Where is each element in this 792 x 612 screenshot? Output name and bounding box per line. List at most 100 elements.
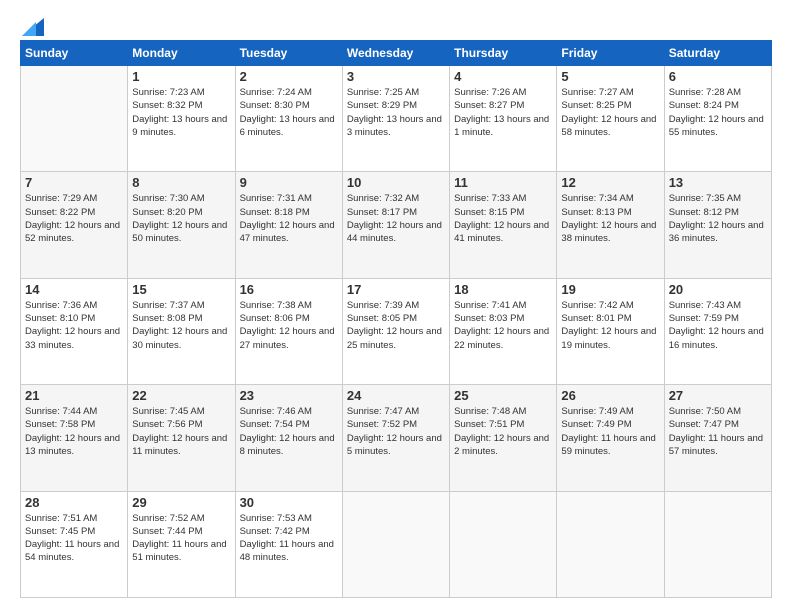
day-number: 22 bbox=[132, 388, 230, 403]
day-info: Sunrise: 7:38 AM Sunset: 8:06 PM Dayligh… bbox=[240, 299, 338, 352]
day-info: Sunrise: 7:49 AM Sunset: 7:49 PM Dayligh… bbox=[561, 405, 659, 458]
day-number: 5 bbox=[561, 69, 659, 84]
day-info: Sunrise: 7:48 AM Sunset: 7:51 PM Dayligh… bbox=[454, 405, 552, 458]
day-info: Sunrise: 7:50 AM Sunset: 7:47 PM Dayligh… bbox=[669, 405, 767, 458]
day-info: Sunrise: 7:46 AM Sunset: 7:54 PM Dayligh… bbox=[240, 405, 338, 458]
day-number: 30 bbox=[240, 495, 338, 510]
week-row-5: 28 Sunrise: 7:51 AM Sunset: 7:45 PM Dayl… bbox=[21, 491, 772, 597]
weekday-header-saturday: Saturday bbox=[664, 41, 771, 66]
calendar-cell: 14 Sunrise: 7:36 AM Sunset: 8:10 PM Dayl… bbox=[21, 278, 128, 384]
day-number: 10 bbox=[347, 175, 445, 190]
calendar-cell bbox=[450, 491, 557, 597]
calendar-cell: 11 Sunrise: 7:33 AM Sunset: 8:15 PM Dayl… bbox=[450, 172, 557, 278]
day-number: 25 bbox=[454, 388, 552, 403]
day-number: 27 bbox=[669, 388, 767, 403]
day-info: Sunrise: 7:31 AM Sunset: 8:18 PM Dayligh… bbox=[240, 192, 338, 245]
day-number: 6 bbox=[669, 69, 767, 84]
day-info: Sunrise: 7:30 AM Sunset: 8:20 PM Dayligh… bbox=[132, 192, 230, 245]
day-number: 28 bbox=[25, 495, 123, 510]
day-info: Sunrise: 7:33 AM Sunset: 8:15 PM Dayligh… bbox=[454, 192, 552, 245]
day-info: Sunrise: 7:45 AM Sunset: 7:56 PM Dayligh… bbox=[132, 405, 230, 458]
day-info: Sunrise: 7:52 AM Sunset: 7:44 PM Dayligh… bbox=[132, 512, 230, 565]
day-info: Sunrise: 7:28 AM Sunset: 8:24 PM Dayligh… bbox=[669, 86, 767, 139]
calendar-cell: 18 Sunrise: 7:41 AM Sunset: 8:03 PM Dayl… bbox=[450, 278, 557, 384]
week-row-3: 14 Sunrise: 7:36 AM Sunset: 8:10 PM Dayl… bbox=[21, 278, 772, 384]
day-number: 14 bbox=[25, 282, 123, 297]
day-info: Sunrise: 7:51 AM Sunset: 7:45 PM Dayligh… bbox=[25, 512, 123, 565]
day-number: 17 bbox=[347, 282, 445, 297]
day-number: 15 bbox=[132, 282, 230, 297]
calendar-cell: 8 Sunrise: 7:30 AM Sunset: 8:20 PM Dayli… bbox=[128, 172, 235, 278]
page: SundayMondayTuesdayWednesdayThursdayFrid… bbox=[0, 0, 792, 612]
day-number: 18 bbox=[454, 282, 552, 297]
day-info: Sunrise: 7:23 AM Sunset: 8:32 PM Dayligh… bbox=[132, 86, 230, 139]
top-section bbox=[20, 18, 772, 32]
calendar-cell: 5 Sunrise: 7:27 AM Sunset: 8:25 PM Dayli… bbox=[557, 66, 664, 172]
weekday-header-monday: Monday bbox=[128, 41, 235, 66]
calendar-cell: 15 Sunrise: 7:37 AM Sunset: 8:08 PM Dayl… bbox=[128, 278, 235, 384]
day-info: Sunrise: 7:32 AM Sunset: 8:17 PM Dayligh… bbox=[347, 192, 445, 245]
day-info: Sunrise: 7:24 AM Sunset: 8:30 PM Dayligh… bbox=[240, 86, 338, 139]
calendar-cell: 1 Sunrise: 7:23 AM Sunset: 8:32 PM Dayli… bbox=[128, 66, 235, 172]
day-number: 7 bbox=[25, 175, 123, 190]
calendar-cell: 12 Sunrise: 7:34 AM Sunset: 8:13 PM Dayl… bbox=[557, 172, 664, 278]
day-number: 4 bbox=[454, 69, 552, 84]
weekday-header-tuesday: Tuesday bbox=[235, 41, 342, 66]
calendar-cell: 17 Sunrise: 7:39 AM Sunset: 8:05 PM Dayl… bbox=[342, 278, 449, 384]
day-number: 13 bbox=[669, 175, 767, 190]
day-info: Sunrise: 7:29 AM Sunset: 8:22 PM Dayligh… bbox=[25, 192, 123, 245]
calendar-cell: 30 Sunrise: 7:53 AM Sunset: 7:42 PM Dayl… bbox=[235, 491, 342, 597]
calendar-cell: 13 Sunrise: 7:35 AM Sunset: 8:12 PM Dayl… bbox=[664, 172, 771, 278]
day-number: 11 bbox=[454, 175, 552, 190]
day-number: 3 bbox=[347, 69, 445, 84]
calendar-cell: 2 Sunrise: 7:24 AM Sunset: 8:30 PM Dayli… bbox=[235, 66, 342, 172]
calendar-cell: 24 Sunrise: 7:47 AM Sunset: 7:52 PM Dayl… bbox=[342, 385, 449, 491]
weekday-header-thursday: Thursday bbox=[450, 41, 557, 66]
logo-icon bbox=[22, 18, 44, 36]
day-number: 12 bbox=[561, 175, 659, 190]
day-info: Sunrise: 7:27 AM Sunset: 8:25 PM Dayligh… bbox=[561, 86, 659, 139]
calendar-cell: 28 Sunrise: 7:51 AM Sunset: 7:45 PM Dayl… bbox=[21, 491, 128, 597]
day-number: 29 bbox=[132, 495, 230, 510]
day-info: Sunrise: 7:44 AM Sunset: 7:58 PM Dayligh… bbox=[25, 405, 123, 458]
weekday-header-row: SundayMondayTuesdayWednesdayThursdayFrid… bbox=[21, 41, 772, 66]
week-row-4: 21 Sunrise: 7:44 AM Sunset: 7:58 PM Dayl… bbox=[21, 385, 772, 491]
day-number: 16 bbox=[240, 282, 338, 297]
day-number: 21 bbox=[25, 388, 123, 403]
day-info: Sunrise: 7:37 AM Sunset: 8:08 PM Dayligh… bbox=[132, 299, 230, 352]
calendar-cell bbox=[21, 66, 128, 172]
calendar-cell: 9 Sunrise: 7:31 AM Sunset: 8:18 PM Dayli… bbox=[235, 172, 342, 278]
calendar-cell bbox=[664, 491, 771, 597]
day-info: Sunrise: 7:25 AM Sunset: 8:29 PM Dayligh… bbox=[347, 86, 445, 139]
weekday-header-sunday: Sunday bbox=[21, 41, 128, 66]
weekday-header-wednesday: Wednesday bbox=[342, 41, 449, 66]
day-info: Sunrise: 7:53 AM Sunset: 7:42 PM Dayligh… bbox=[240, 512, 338, 565]
calendar-cell: 21 Sunrise: 7:44 AM Sunset: 7:58 PM Dayl… bbox=[21, 385, 128, 491]
day-number: 1 bbox=[132, 69, 230, 84]
day-info: Sunrise: 7:43 AM Sunset: 7:59 PM Dayligh… bbox=[669, 299, 767, 352]
day-info: Sunrise: 7:35 AM Sunset: 8:12 PM Dayligh… bbox=[669, 192, 767, 245]
calendar-cell: 20 Sunrise: 7:43 AM Sunset: 7:59 PM Dayl… bbox=[664, 278, 771, 384]
day-info: Sunrise: 7:47 AM Sunset: 7:52 PM Dayligh… bbox=[347, 405, 445, 458]
calendar-cell: 22 Sunrise: 7:45 AM Sunset: 7:56 PM Dayl… bbox=[128, 385, 235, 491]
day-number: 20 bbox=[669, 282, 767, 297]
week-row-1: 1 Sunrise: 7:23 AM Sunset: 8:32 PM Dayli… bbox=[21, 66, 772, 172]
calendar-cell: 29 Sunrise: 7:52 AM Sunset: 7:44 PM Dayl… bbox=[128, 491, 235, 597]
calendar-cell: 10 Sunrise: 7:32 AM Sunset: 8:17 PM Dayl… bbox=[342, 172, 449, 278]
calendar-cell: 23 Sunrise: 7:46 AM Sunset: 7:54 PM Dayl… bbox=[235, 385, 342, 491]
day-info: Sunrise: 7:39 AM Sunset: 8:05 PM Dayligh… bbox=[347, 299, 445, 352]
calendar-cell: 6 Sunrise: 7:28 AM Sunset: 8:24 PM Dayli… bbox=[664, 66, 771, 172]
day-info: Sunrise: 7:36 AM Sunset: 8:10 PM Dayligh… bbox=[25, 299, 123, 352]
day-number: 9 bbox=[240, 175, 338, 190]
day-info: Sunrise: 7:34 AM Sunset: 8:13 PM Dayligh… bbox=[561, 192, 659, 245]
day-info: Sunrise: 7:42 AM Sunset: 8:01 PM Dayligh… bbox=[561, 299, 659, 352]
calendar-cell: 4 Sunrise: 7:26 AM Sunset: 8:27 PM Dayli… bbox=[450, 66, 557, 172]
calendar-cell bbox=[342, 491, 449, 597]
calendar-table: SundayMondayTuesdayWednesdayThursdayFrid… bbox=[20, 40, 772, 598]
day-info: Sunrise: 7:41 AM Sunset: 8:03 PM Dayligh… bbox=[454, 299, 552, 352]
calendar-cell: 19 Sunrise: 7:42 AM Sunset: 8:01 PM Dayl… bbox=[557, 278, 664, 384]
calendar-cell: 7 Sunrise: 7:29 AM Sunset: 8:22 PM Dayli… bbox=[21, 172, 128, 278]
calendar-cell bbox=[557, 491, 664, 597]
day-number: 8 bbox=[132, 175, 230, 190]
day-number: 23 bbox=[240, 388, 338, 403]
